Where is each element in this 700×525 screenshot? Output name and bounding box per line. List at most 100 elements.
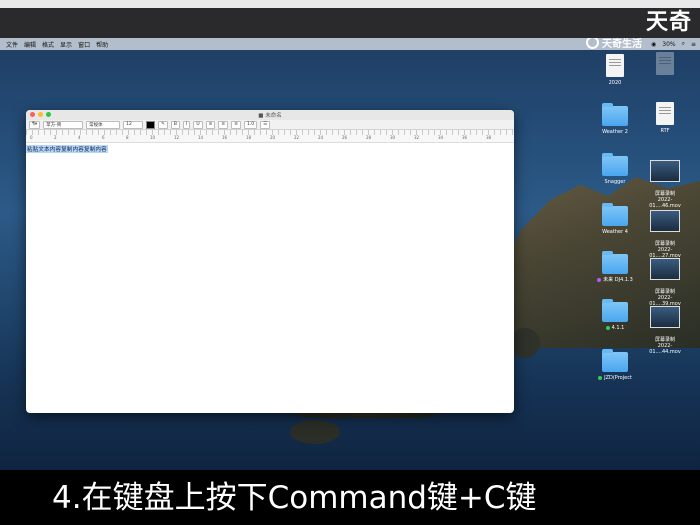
align-center-icon[interactable]: ≡ xyxy=(218,120,229,129)
spotlight-icon[interactable]: ⌕ xyxy=(682,40,685,48)
ruler-number: 28 xyxy=(366,135,372,140)
menu-window[interactable]: 窗口 xyxy=(78,40,90,49)
italic-button[interactable]: I xyxy=(183,120,191,129)
ruler-number: 12 xyxy=(174,135,180,140)
desktop-label: Weather 2 xyxy=(602,129,628,135)
video-thumbnail xyxy=(650,210,680,232)
desktop-file-2020[interactable]: 2020 xyxy=(592,54,638,86)
menu-edit[interactable]: 编辑 xyxy=(24,40,36,49)
desktop-file[interactable] xyxy=(642,52,688,78)
align-right-icon[interactable]: ≡ xyxy=(231,120,241,129)
folder-icon xyxy=(602,153,628,176)
video-thumbnail xyxy=(650,306,680,328)
desktop-video-3[interactable]: 屏幕录制 2022-01....39.mov xyxy=(642,252,688,307)
watermark-text: 天奇生活 xyxy=(602,39,642,50)
ruler-number: 34 xyxy=(438,135,444,140)
menu-view[interactable]: 显示 xyxy=(60,40,72,49)
control-center-icon[interactable]: ≡ xyxy=(691,41,696,48)
watermark-logo: 天奇生活 xyxy=(586,38,642,50)
text-color-swatch[interactable] xyxy=(146,120,156,129)
ruler-number: 0 xyxy=(30,135,33,140)
wallpaper-rock xyxy=(290,420,340,444)
video-thumbnail xyxy=(650,258,680,280)
desktop-label: 2020 xyxy=(608,80,622,86)
ruler-number: 36 xyxy=(462,135,468,140)
desktop-folder-411[interactable]: 4.1.1 xyxy=(592,299,638,331)
monitor-bezel-top xyxy=(0,0,700,8)
list-style-icon[interactable]: ☰ xyxy=(260,120,271,129)
font-size-select[interactable]: 12 xyxy=(123,120,144,129)
desktop-video-2[interactable]: 屏幕录制 2022-01....27.mov xyxy=(642,204,688,259)
paragraph-style-menu[interactable]: ¶▾ xyxy=(29,120,41,129)
ruler-number: 2 xyxy=(54,135,57,140)
highlight-color-icon[interactable]: ✎ xyxy=(158,120,168,129)
format-toolbar: ¶▾ 苹方-简 常规体 12 ✎ B I U ≡ ≡ ≡ 1.0 ☰ xyxy=(26,120,514,130)
ruler[interactable]: 0 2 4 6 8 10 12 14 16 18 20 22 24 26 28 … xyxy=(26,130,514,143)
green-tag-icon xyxy=(598,375,603,380)
desktop-label: Weather 4 xyxy=(602,229,628,235)
menu-bar: 文件 编辑 格式 显示 窗口 帮助 ◉ 30% ⌕ ≡ 天奇生活 xyxy=(0,38,700,50)
bold-button[interactable]: B xyxy=(170,120,180,129)
desktop-label: 4.1.1 xyxy=(611,325,625,331)
desktop-label: Snagger xyxy=(604,179,626,185)
desktop-file-rtf[interactable]: RTF xyxy=(642,102,688,134)
ruler-number: 20 xyxy=(270,135,276,140)
underline-button[interactable]: U xyxy=(193,120,203,129)
align-left-icon[interactable]: ≡ xyxy=(205,120,216,129)
menu-extras: ◉ 30% ⌕ ≡ xyxy=(651,38,696,50)
desktop-label: 屏幕录制 2022-01....44.mov xyxy=(649,337,681,355)
ruler-number: 6 xyxy=(102,135,105,140)
tutorial-subtitle: 4.在键盘上按下Command键+C键 xyxy=(52,480,537,516)
selected-text[interactable]: 粘贴文本内容复制内容复制内容 xyxy=(26,145,108,153)
desktop-label: 未来 DJ4.1.3 xyxy=(603,277,633,283)
ruler-number: 8 xyxy=(126,135,129,140)
line-spacing-select[interactable]: 1.0 xyxy=(243,120,258,129)
folder-icon xyxy=(602,251,628,274)
desktop-folder-weather4[interactable]: Weather 4 xyxy=(592,203,638,235)
window-titlebar[interactable]: ■ 未命名 xyxy=(26,110,514,120)
menu-file[interactable]: 文件 xyxy=(6,40,18,49)
desktop-folder-dj[interactable]: 未来 DJ4.1.3 xyxy=(592,251,638,283)
ruler-number: 24 xyxy=(318,135,324,140)
folder-icon xyxy=(602,299,628,322)
ruler-number: 18 xyxy=(246,135,252,140)
desktop-video-4[interactable]: 屏幕录制 2022-01....44.mov xyxy=(642,300,688,355)
brand-watermark: 天奇 xyxy=(645,10,692,35)
window-title: ■ 未命名 xyxy=(258,113,282,119)
ruler-number: 14 xyxy=(198,135,204,140)
ruler-number: 32 xyxy=(414,135,420,140)
document-body[interactable]: 粘贴文本内容复制内容复制内容 xyxy=(26,143,514,405)
folder-icon xyxy=(602,203,628,226)
ruler-number: 38 xyxy=(486,135,492,140)
green-tag-icon xyxy=(605,325,610,330)
watermark-circle-icon xyxy=(586,38,599,49)
desktop-label: JZD(Project xyxy=(604,375,632,381)
document-icon xyxy=(656,102,674,125)
wallpaper-rock xyxy=(510,328,540,358)
desktop-label: RTF xyxy=(660,128,670,134)
ruler-number: 26 xyxy=(342,135,348,140)
desktop-screen: 文件 编辑 格式 显示 窗口 帮助 ◉ 30% ⌕ ≡ 天奇生活 ■ 未命名 ¶… xyxy=(0,38,700,470)
monitor-bezel xyxy=(0,8,700,38)
ruler-number: 10 xyxy=(150,135,156,140)
menu-format[interactable]: 格式 xyxy=(42,40,54,49)
desktop-folder-jzd[interactable]: JZD(Project xyxy=(592,349,638,381)
desktop-video-1[interactable]: 屏幕录制 2022-01....46.mov xyxy=(642,154,688,209)
ruler-number: 4 xyxy=(78,135,81,140)
menu-help[interactable]: 帮助 xyxy=(96,40,108,49)
purple-tag-icon xyxy=(597,277,602,282)
video-thumbnail xyxy=(650,160,680,182)
font-style-select[interactable]: 常规体 xyxy=(86,120,121,129)
wifi-icon[interactable]: ◉ xyxy=(651,41,656,48)
folder-icon xyxy=(602,103,628,126)
textedit-window: ■ 未命名 ¶▾ 苹方-简 常规体 12 ✎ B I U ≡ ≡ ≡ 1.0 ☰… xyxy=(26,110,514,413)
desktop-folder-weather2[interactable]: Weather 2 xyxy=(592,103,638,135)
font-family-select[interactable]: 苹方-简 xyxy=(43,120,84,129)
document-icon xyxy=(656,52,674,75)
ruler-number: 30 xyxy=(390,135,396,140)
desktop-folder-snagger[interactable]: Snagger xyxy=(592,153,638,185)
ruler-number: 22 xyxy=(294,135,300,140)
folder-icon xyxy=(602,349,628,372)
battery-label: 30% xyxy=(662,40,676,48)
document-icon xyxy=(606,54,624,77)
